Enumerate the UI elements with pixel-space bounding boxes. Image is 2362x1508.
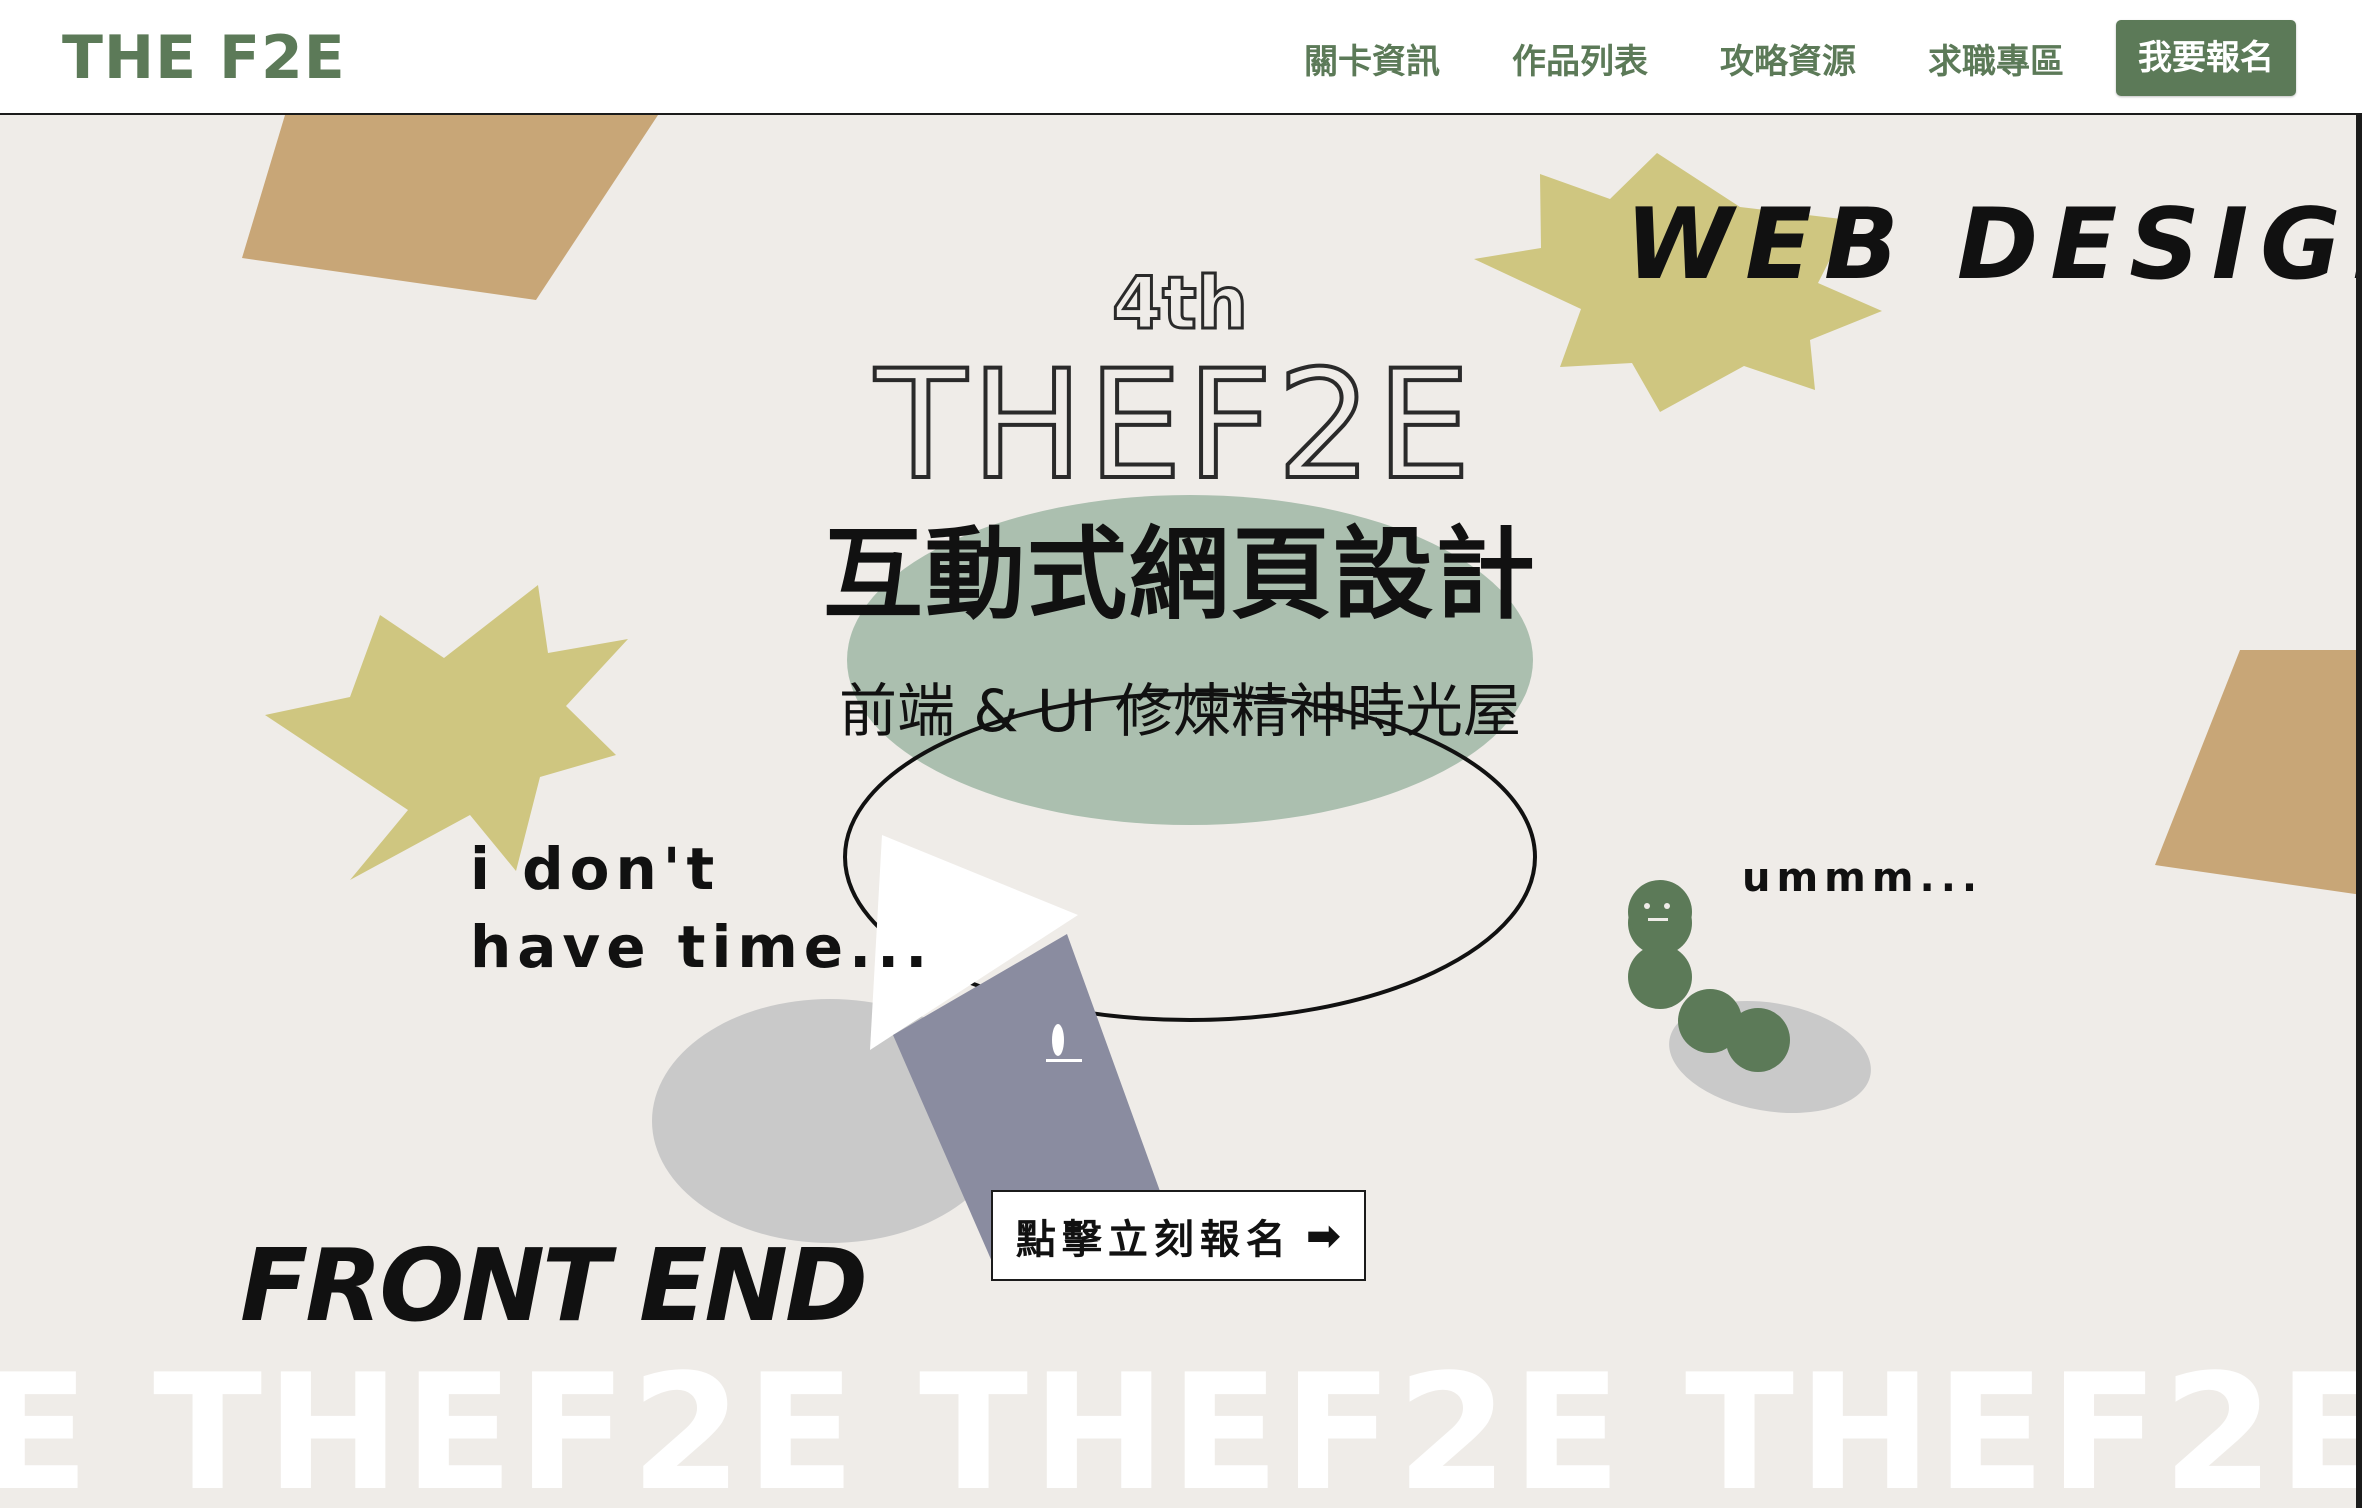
nav-link-stage-info[interactable]: 關卡資訊: [1304, 34, 1440, 83]
top-navbar: THE F2E 關卡資訊 作品列表 攻略資源 求職專區 我要報名: [0, 0, 2362, 115]
speech-quote-left: i don't have time...: [470, 830, 933, 986]
register-now-button[interactable]: 點擊立刻報名 ➡: [991, 1190, 1366, 1281]
page-edge-divider: [2356, 115, 2362, 1508]
block-face-eye: [1052, 1024, 1064, 1056]
main-title: 互動式網頁設計: [823, 516, 1537, 633]
front-end-tag: FRONT END: [240, 1227, 868, 1344]
signup-button[interactable]: 我要報名: [2116, 20, 2296, 96]
worm-mouth: [1648, 918, 1668, 921]
worm-eye: [1644, 903, 1650, 909]
worm-eye: [1664, 903, 1670, 909]
event-name-title: THEF2E: [873, 339, 1475, 513]
block-face-mouth: [1046, 1059, 1082, 1062]
main-nav: 關卡資訊 作品列表 攻略資源 求職專區 我要報名: [1232, 20, 2296, 96]
nav-link-resources[interactable]: 攻略資源: [1720, 34, 1856, 83]
nav-link-works[interactable]: 作品列表: [1512, 34, 1648, 83]
worm-segment: [1678, 989, 1742, 1053]
register-now-label: 點擊立刻報名: [1015, 1216, 1292, 1263]
web-design-tag: WEB DESIGN: [1625, 188, 2362, 302]
site-logo[interactable]: THE F2E: [62, 22, 346, 94]
quote-line: i don't: [470, 835, 721, 903]
tan-parallelogram-shape-right: [2155, 650, 2362, 895]
edition-label: 4th: [1111, 261, 1250, 345]
arrow-right-icon: ➡: [1305, 1211, 1342, 1260]
speech-quote-right: ummm...: [1742, 855, 1984, 901]
tan-parallelogram-shape: [242, 115, 658, 300]
worm-head: [1628, 880, 1692, 944]
marquee-text: E THEF2E THEF2E THEF2E THE: [0, 1339, 2362, 1508]
hero-section: WEB DESIGN 4th THEF2E 互動式網頁設計 前端 & UI 修煉…: [0, 115, 2362, 1508]
nav-link-jobs[interactable]: 求職專區: [1928, 34, 2064, 83]
quote-line: have time...: [470, 913, 934, 981]
hero-subtitle: 前端 & UI 修煉精神時光屋: [838, 677, 1522, 745]
